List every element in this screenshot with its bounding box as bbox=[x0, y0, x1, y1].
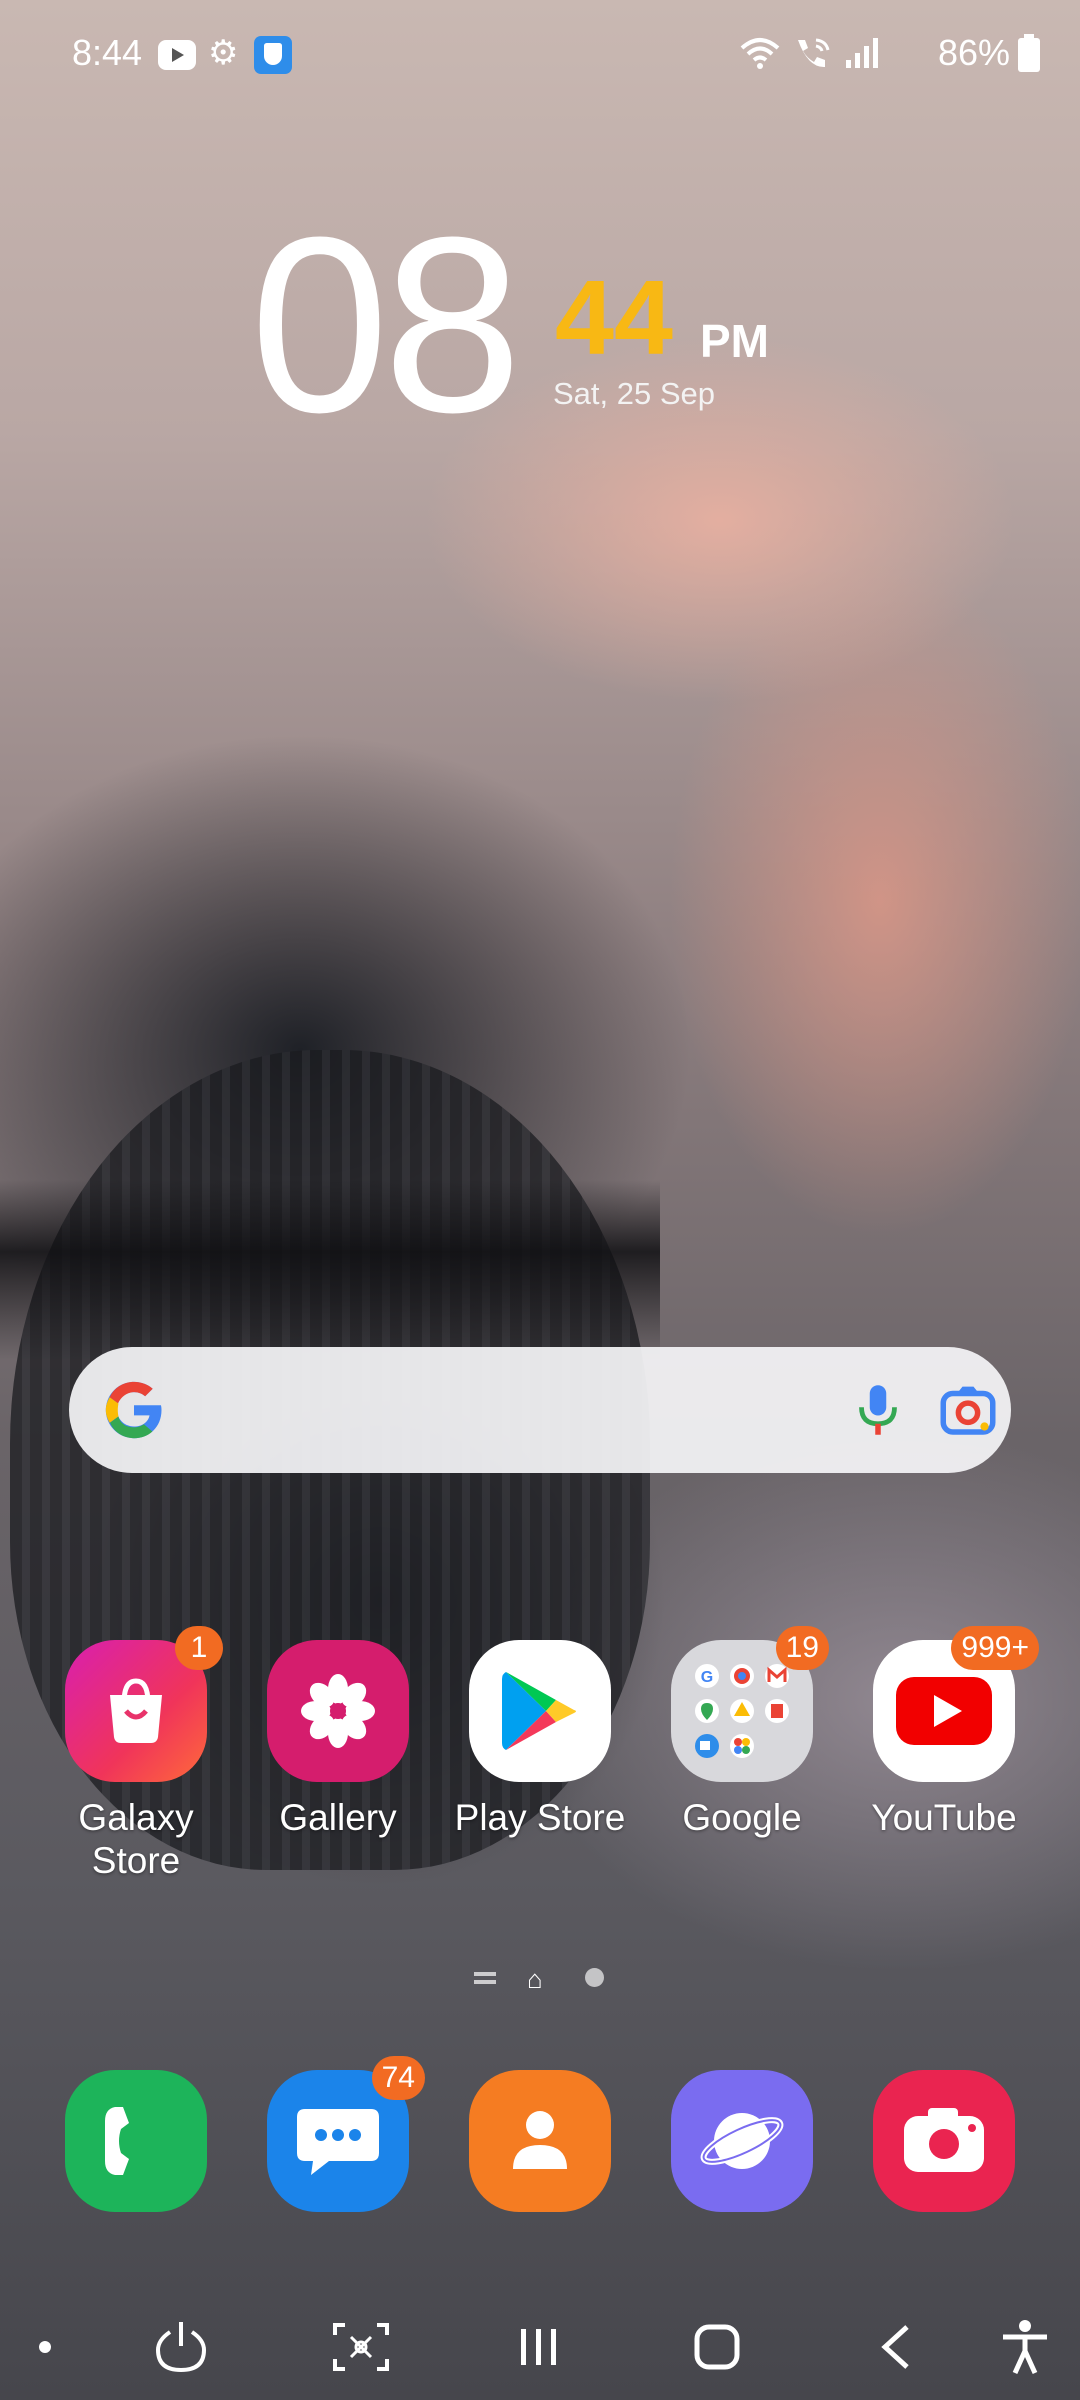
app-label: Galaxy Store bbox=[36, 1796, 236, 1882]
clock-hour: 08 bbox=[250, 185, 522, 464]
battery-percentage: 86% bbox=[937, 32, 1010, 73]
wifi-calling-icon bbox=[798, 38, 830, 68]
clock-ampm: PM bbox=[700, 315, 769, 367]
dot-icon[interactable] bbox=[10, 2312, 80, 2382]
phone-icon[interactable] bbox=[65, 2070, 207, 2212]
screenshot-icon[interactable] bbox=[326, 2312, 396, 2382]
home-button-icon[interactable] bbox=[682, 2312, 752, 2382]
back-icon[interactable] bbox=[862, 2312, 932, 2382]
wifi-icon bbox=[740, 38, 780, 69]
accessibility-icon[interactable] bbox=[990, 2312, 1060, 2382]
youtube-icon[interactable]: 999+ bbox=[873, 1626, 1039, 1782]
app-youtube[interactable]: 999+ YouTube bbox=[844, 1626, 1044, 1839]
navigation-bar bbox=[0, 2300, 1080, 2400]
app-gallery[interactable]: Gallery bbox=[238, 1640, 438, 1839]
clock-minute: 44 bbox=[555, 259, 673, 377]
notification-badge: 999+ bbox=[951, 1626, 1039, 1670]
youtube-notification-icon bbox=[158, 40, 196, 70]
google-logo-icon bbox=[105, 1381, 162, 1439]
shield-icon bbox=[254, 36, 292, 74]
app-label-line1: Galaxy bbox=[78, 1797, 194, 1838]
recent-apps-icon[interactable] bbox=[504, 2312, 574, 2382]
power-icon[interactable] bbox=[146, 2312, 216, 2382]
google-folder-icon[interactable]: G 19 bbox=[671, 1626, 829, 1782]
home-page-icon[interactable]: ⌂ bbox=[527, 1964, 543, 1995]
page-dot[interactable] bbox=[585, 1968, 604, 1987]
app-play-store[interactable]: Play Store bbox=[440, 1640, 640, 1839]
app-dock: 74 bbox=[0, 2056, 1080, 2220]
settings-icon: ⚙ bbox=[208, 34, 239, 72]
status-time: 8:44 bbox=[72, 32, 143, 73]
microphone-icon[interactable] bbox=[845, 1377, 911, 1443]
clock-widget[interactable]: 08 44 PM Sat, 25 Sep bbox=[0, 200, 1080, 460]
app-label: YouTube bbox=[871, 1797, 1017, 1838]
app-label: Google bbox=[682, 1797, 802, 1838]
app-google-folder[interactable]: G 19 Google bbox=[642, 1626, 842, 1839]
gallery-flower-icon[interactable] bbox=[267, 1640, 409, 1782]
svg-text:G: G bbox=[701, 1669, 713, 1686]
signal-icon bbox=[846, 38, 878, 68]
notification-badge: 19 bbox=[775, 1626, 829, 1670]
app-label: Gallery bbox=[279, 1797, 397, 1838]
messages-icon[interactable]: 74 bbox=[267, 2056, 425, 2212]
wallpaper-shadow-decor bbox=[0, 1180, 660, 1360]
camera-icon[interactable] bbox=[873, 2070, 1015, 2212]
app-label: Play Store bbox=[454, 1797, 626, 1838]
app-label-line2: Store bbox=[91, 1840, 181, 1881]
google-search-bar[interactable] bbox=[69, 1347, 1011, 1473]
google-lens-icon[interactable] bbox=[935, 1377, 1001, 1443]
app-galaxy-store[interactable]: 1 Galaxy Store bbox=[36, 1626, 236, 1882]
status-bar: 8:44 ⚙ 86% bbox=[0, 0, 1080, 110]
play-store-icon[interactable] bbox=[469, 1640, 611, 1782]
battery-icon bbox=[1018, 34, 1040, 72]
page-indicator: ⌂ bbox=[0, 1964, 1080, 1994]
menu-lines-icon[interactable] bbox=[474, 1968, 498, 1988]
clock-date: Sat, 25 Sep bbox=[553, 376, 716, 411]
galaxy-store-icon[interactable]: 1 bbox=[65, 1626, 223, 1782]
internet-browser-icon[interactable] bbox=[671, 2070, 813, 2212]
notification-badge: 1 bbox=[175, 1626, 223, 1670]
contacts-icon[interactable] bbox=[469, 2070, 611, 2212]
notification-badge: 74 bbox=[371, 2056, 425, 2100]
